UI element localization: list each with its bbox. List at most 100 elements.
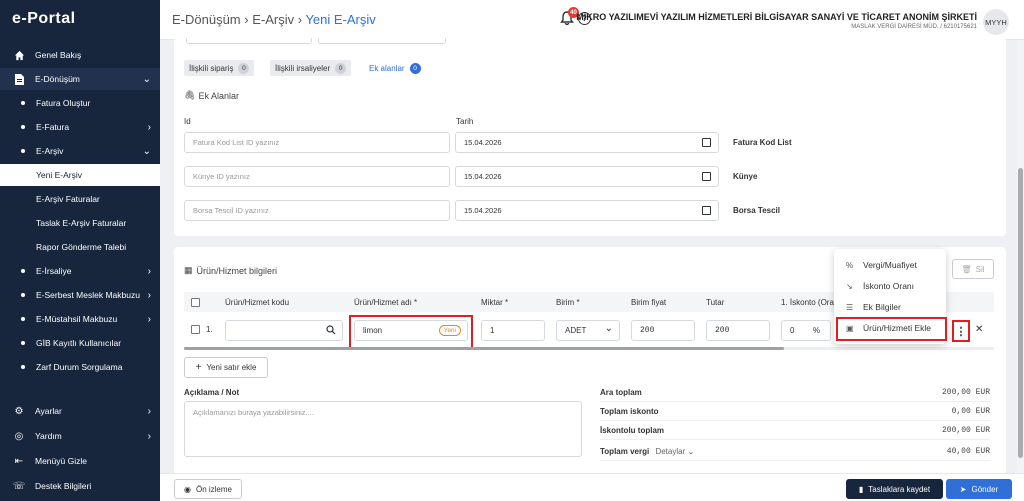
discount-icon: ↘ xyxy=(846,281,853,291)
sidebar-item-label: E-Fatura xyxy=(36,122,70,132)
tab-ek-alanlar[interactable]: Ek alanlar 0 xyxy=(364,60,426,76)
breadcrumb-e-donusum[interactable]: E-Dönüşüm xyxy=(172,12,241,27)
sidebar-item-destek-bilgileri[interactable]: ☏ Destek Bilgileri xyxy=(0,475,160,497)
quantity-input[interactable]: 1 xyxy=(481,320,545,341)
vertical-scrollbar[interactable] xyxy=(1017,40,1024,473)
tab-iliskili-siparis[interactable]: İlişkili sipariş 0 xyxy=(184,60,255,76)
plus-icon: + xyxy=(195,362,202,373)
menu-item-ek-bilgiler[interactable]: ☰ Ek Bilgiler xyxy=(834,297,946,317)
sidebar-item-label: E-İrsaliye xyxy=(36,266,72,276)
sidebar-item-label: E-Müstahsil Makbuzu xyxy=(36,314,118,324)
textarea-placeholder: Açıklamanızı buraya yazabilirsiniz.... xyxy=(193,408,314,417)
menu-item-label: Vergi/Muafiyet xyxy=(863,260,917,270)
kunye-date-input[interactable]: 15.04.2026 xyxy=(455,166,719,187)
fatura-kod-list-date-input[interactable]: 15.04.2026 xyxy=(455,132,719,153)
borsa-tescil-id-input[interactable]: Borsa Tescil ID yazınız xyxy=(184,200,450,221)
amount-input[interactable]: 200 xyxy=(706,320,770,341)
search-icon[interactable] xyxy=(326,325,336,337)
column-header: Birim fiyat xyxy=(631,298,667,307)
sidebar-item-menuyu-gizle[interactable]: ⇤ Menüyü Gizle xyxy=(0,450,160,472)
discount-input[interactable]: 0 % xyxy=(781,320,831,341)
bullet-icon xyxy=(21,293,25,297)
sidebar-item-yeni-e-arsiv[interactable]: Yeni E-Arşiv xyxy=(0,164,160,186)
sidebar-item-taslak-e-arsiv[interactable]: Taslak E-Arşiv Faturalar xyxy=(0,212,160,234)
sidebar-item-e-fatura[interactable]: E-Fatura › xyxy=(0,116,160,138)
app-logo[interactable]: e-Portal xyxy=(12,10,76,28)
button-label: Gönder xyxy=(971,484,999,494)
preview-button[interactable]: ◉ Ön izleme xyxy=(174,479,242,499)
save-draft-button[interactable]: ▮ Taslaklara kaydet xyxy=(846,479,943,499)
product-code-input[interactable] xyxy=(225,320,343,341)
sidebar-item-rapor-gonderme[interactable]: Rapor Gönderme Talebi xyxy=(0,236,160,258)
tab-count: 0 xyxy=(409,62,421,74)
details-link[interactable]: Detaylar ⌄ xyxy=(655,447,694,456)
date-label: Tarih xyxy=(456,117,474,126)
row-checkbox[interactable] xyxy=(191,325,200,334)
send-button[interactable]: ➤ Gönder xyxy=(946,479,1012,499)
close-icon[interactable]: ✕ xyxy=(975,324,983,335)
sidebar-item-e-serbest-meslek[interactable]: E-Serbest Meslek Makbuzu › xyxy=(0,284,160,306)
sidebar-item-e-irsaliye[interactable]: E-İrsaliye › xyxy=(0,260,160,282)
scrollbar-thumb[interactable] xyxy=(184,347,784,350)
menu-item-vergi-muafiyet[interactable]: % Vergi/Muafiyet xyxy=(834,255,946,275)
column-header: Birim * xyxy=(556,298,580,307)
tab-label: Ek alanlar xyxy=(369,63,405,73)
company-tax-office: MASLAK VERGİ DAİRESİ MÜD. / 6210175621 xyxy=(851,24,977,30)
sidebar-item-ayarlar[interactable]: ⚙ Ayarlar › xyxy=(0,400,160,422)
breadcrumb-e-arsiv[interactable]: E-Arşiv xyxy=(252,12,294,27)
input-placeholder: Fatura Kod List ID yazınız xyxy=(193,138,280,147)
sidebar-item-label: GİB Kayıtlı Kullanıcılar xyxy=(36,338,122,348)
note-textarea[interactable]: Açıklamanızı buraya yazabilirsiniz.... xyxy=(184,401,582,457)
sidebar-item-genel-bakis[interactable]: Genel Bakış xyxy=(0,44,160,66)
menu-item-iskonto-orani[interactable]: ↘ İskonto Oranı xyxy=(834,276,946,296)
delete-button[interactable]: 🗑 Sil xyxy=(952,259,994,279)
sidebar-item-e-donusum[interactable]: E-Dönüşüm ⌄ xyxy=(0,68,160,90)
tab-iliskili-irsaliyeler[interactable]: İlişkili irsaliyeler 0 xyxy=(270,60,352,76)
chevron-right-icon: › xyxy=(147,289,151,301)
input-placeholder: Künye ID yazınız xyxy=(193,172,250,181)
total-label: İskontolu toplam xyxy=(600,425,664,435)
scrollbar-thumb[interactable] xyxy=(1018,168,1023,458)
horizontal-scrollbar[interactable] xyxy=(184,347,994,350)
eye-icon: ◉ xyxy=(184,484,191,494)
total-discount-row: Toplam iskonto 0,00 EUR xyxy=(600,402,990,421)
sidebar-item-e-arsiv-faturalar[interactable]: E-Arşiv Faturalar xyxy=(0,188,160,210)
unit-price-input[interactable]: 200 xyxy=(631,320,695,341)
add-row-button[interactable]: + Yeni satır ekle xyxy=(184,357,268,378)
section-title-text: Ek Alanlar xyxy=(198,90,239,101)
gear-icon: ⚙ xyxy=(14,405,24,417)
input-value: 200 xyxy=(640,326,655,335)
products-title: ▦ Ürün/Hizmet bilgileri xyxy=(184,265,277,276)
chevron-down-icon: ⌄ xyxy=(142,73,151,85)
company-name: MİKRO YAZILIMEVİ YAZILIM HİZMETLERİ BİLG… xyxy=(576,12,977,22)
sidebar-item-gib-kayitli[interactable]: GİB Kayıtlı Kullanıcılar xyxy=(0,332,160,354)
bullet-icon xyxy=(21,365,25,369)
borsa-tescil-label: Borsa Tescil xyxy=(733,206,780,215)
column-header: Ürün/Hizmet adı * xyxy=(354,298,418,307)
percent-icon: % xyxy=(846,260,854,270)
sidebar-item-label: E-Serbest Meslek Makbuzu xyxy=(36,290,140,300)
sidebar-item-label: Yeni E-Arşiv xyxy=(36,170,82,180)
bullet-icon xyxy=(21,269,25,273)
sidebar-item-label: Ayarlar xyxy=(35,406,62,416)
home-icon xyxy=(13,49,25,61)
sidebar-item-fatura-olustur[interactable]: Fatura Oluştur xyxy=(0,92,160,114)
sidebar-item-e-arsiv[interactable]: E-Arşiv ⌄ xyxy=(0,140,160,162)
kunye-id-input[interactable]: Künye ID yazınız xyxy=(184,166,450,187)
input-value: 15.04.2026 xyxy=(464,172,502,181)
total-value: 0,00 EUR xyxy=(951,406,990,416)
sidebar-item-zarf-durum[interactable]: Zarf Durum Sorgulama xyxy=(0,356,160,378)
select-all-checkbox[interactable] xyxy=(191,298,200,307)
chevron-right-icon: › xyxy=(147,121,151,133)
bookmark-icon: ▮ xyxy=(858,484,864,494)
column-header: Ürün/Hizmet kodu xyxy=(225,298,290,307)
sidebar-item-e-mustahsil[interactable]: E-Müstahsil Makbuzu › xyxy=(0,308,160,330)
unit-select[interactable]: ADET ⌄ xyxy=(556,320,620,341)
sidebar-item-label: E-Arşiv xyxy=(36,146,64,156)
avatar[interactable]: MYYH xyxy=(983,9,1009,35)
fatura-kod-list-label: Fatura Kod List xyxy=(733,138,792,147)
borsa-tescil-date-input[interactable]: 15.04.2026 xyxy=(455,200,719,221)
sidebar-item-yardim[interactable]: ◎ Yardım › xyxy=(0,425,160,447)
select-value: ADET xyxy=(565,326,587,335)
fatura-kod-list-id-input[interactable]: Fatura Kod List ID yazınız xyxy=(184,132,450,153)
